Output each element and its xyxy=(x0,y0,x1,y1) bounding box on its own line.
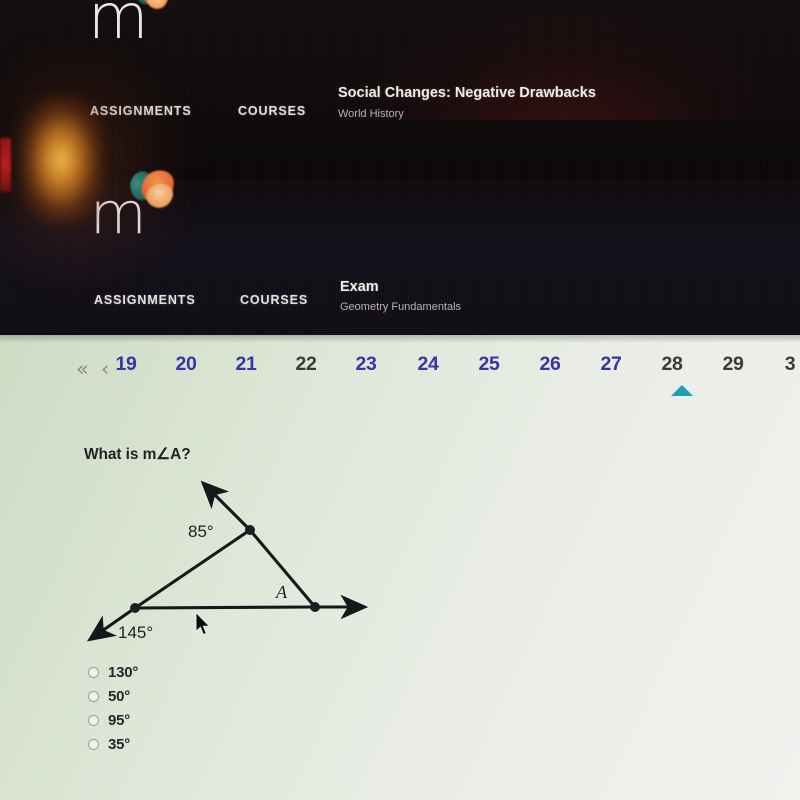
first-page-icon[interactable]: « xyxy=(76,357,89,381)
pagination-item-20[interactable]: 20 xyxy=(166,353,206,376)
figure-strokes xyxy=(86,480,369,642)
pagination-item-28[interactable]: 28 xyxy=(652,353,692,376)
context-subtitle-one: World History xyxy=(338,108,404,120)
pagination-item-27[interactable]: 27 xyxy=(591,353,631,376)
nav-assignments-one[interactable]: ASSIGNMENTS xyxy=(90,104,192,118)
radio-button-1[interactable] xyxy=(88,666,99,678)
app-logo-two[interactable]: m xyxy=(90,167,177,242)
figure-vertex-dot xyxy=(245,525,255,535)
question-prompt: What is m∠A? xyxy=(84,446,191,463)
answer-choice-4[interactable]: 35° xyxy=(88,732,348,756)
nav-courses-one[interactable]: COURSES xyxy=(238,104,306,118)
radio-button-4[interactable] xyxy=(88,738,99,750)
exam-content-area: « ‹ 19 20 21 22 23 24 25 26 27 28 29 3 What is m∠A?… xyxy=(0,335,800,800)
monitor-screen: m ASSIGNMENTS COURSES Social Changes: Ne… xyxy=(0,0,800,800)
answer-choice-1[interactable]: 130° xyxy=(88,660,348,684)
current-question-marker xyxy=(671,385,693,396)
app-logo-one[interactable]: m xyxy=(88,0,171,48)
geometry-figure: 85° 145° A xyxy=(70,475,410,655)
butterfly-logo-icon xyxy=(133,0,174,16)
pagination-item-29[interactable]: 29 xyxy=(713,353,753,376)
answer-choice-2[interactable]: 50° xyxy=(88,684,348,708)
context-title-two: Exam xyxy=(340,279,379,295)
nav-assignments-two[interactable]: ASSIGNMENTS xyxy=(94,293,196,307)
answer-choice-label-2: 50° xyxy=(108,687,131,705)
question-pagination: « ‹ 19 20 21 22 23 24 25 26 27 28 29 3 xyxy=(0,343,800,405)
pagination-item-22[interactable]: 22 xyxy=(286,353,326,376)
pagination-item-24[interactable]: 24 xyxy=(408,353,448,376)
pagination-item-3[interactable]: 3 xyxy=(770,353,800,376)
figure-label-vertex-a: A xyxy=(275,582,288,602)
pagination-item-19[interactable]: 19 xyxy=(106,353,146,376)
figure-vertices xyxy=(130,525,320,613)
radio-button-3[interactable] xyxy=(88,714,99,726)
pagination-item-21[interactable]: 21 xyxy=(226,353,266,376)
answer-choice-3[interactable]: 95° xyxy=(88,708,348,732)
nav-courses-two[interactable]: COURSES xyxy=(240,293,308,307)
pagination-item-25[interactable]: 25 xyxy=(469,353,509,376)
red-glow-reflection xyxy=(330,0,800,120)
answer-choices: 130° 50° 95° 35° xyxy=(88,660,348,756)
context-subtitle-two: Geometry Fundamentals xyxy=(340,301,462,313)
figure-vertex-dot xyxy=(310,602,320,612)
answer-choice-label-4: 35° xyxy=(108,735,131,753)
pagination-item-26[interactable]: 26 xyxy=(530,353,570,376)
pagination-item-23[interactable]: 23 xyxy=(346,353,386,376)
answer-choice-label-3: 95° xyxy=(108,711,131,729)
figure-label-top-angle: 85° xyxy=(188,522,214,541)
figure-label-left-angle: 145° xyxy=(118,623,153,642)
radio-button-2[interactable] xyxy=(88,690,99,702)
figure-vertex-dot xyxy=(130,603,140,613)
content-top-shadow xyxy=(0,335,800,343)
answer-choice-label-1: 130° xyxy=(108,663,139,681)
context-title-one: Social Changes: Negative Drawbacks xyxy=(338,85,596,101)
butterfly-logo-icon-two xyxy=(125,167,182,218)
